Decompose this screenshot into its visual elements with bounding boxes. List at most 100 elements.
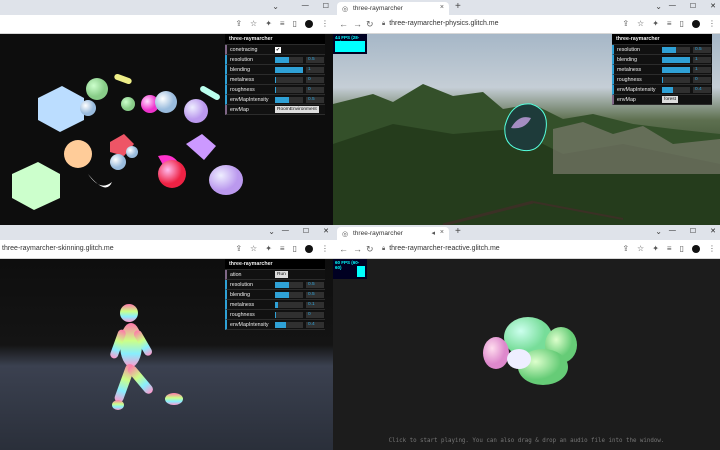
gui-slider[interactable] bbox=[662, 66, 690, 73]
kebab-menu-icon[interactable]: ⋮ bbox=[708, 19, 716, 28]
gui-row-roughness[interactable]: roughness 0 bbox=[225, 310, 325, 320]
stats-panel[interactable]: 44 FPS (28-61) bbox=[333, 34, 367, 54]
media-icon[interactable]: ≡ bbox=[667, 244, 672, 253]
canvas-reactive-scene[interactable]: 60 FPS (60-60) Click to start playing. Y… bbox=[333, 259, 720, 450]
gui-slider[interactable] bbox=[662, 46, 690, 53]
gui-row-envmapintensity[interactable]: envMapIntensity 0.5 bbox=[225, 95, 325, 105]
media-icon[interactable]: ≡ bbox=[667, 19, 672, 28]
gui-row-conetracing[interactable]: conetracing ✔ bbox=[225, 45, 325, 55]
minimize-icon[interactable]: — bbox=[669, 227, 676, 235]
star-icon[interactable]: ☆ bbox=[637, 19, 644, 28]
maximize-icon[interactable]: ☐ bbox=[303, 227, 309, 235]
arrow-left-icon[interactable]: ← bbox=[339, 19, 348, 29]
chevron-down-icon[interactable]: ⌄ bbox=[272, 2, 279, 11]
media-icon[interactable]: ≡ bbox=[280, 19, 285, 28]
gui-slider[interactable] bbox=[662, 86, 690, 93]
gui-title[interactable]: three-raymarcher bbox=[225, 259, 325, 270]
gui-number-input[interactable]: 0.5 bbox=[693, 46, 711, 53]
gui-slider[interactable] bbox=[275, 301, 303, 308]
gui-slider[interactable] bbox=[275, 291, 303, 298]
gui-slider[interactable] bbox=[275, 56, 303, 63]
maximize-icon[interactable]: ☐ bbox=[690, 227, 696, 235]
gui-slider[interactable] bbox=[662, 56, 690, 63]
gui-number-input[interactable]: 1 bbox=[306, 66, 324, 73]
puzzle-icon[interactable]: ✦ bbox=[265, 244, 272, 253]
chevron-down-icon[interactable]: ⌄ bbox=[655, 2, 662, 11]
kebab-menu-icon[interactable]: ⋮ bbox=[321, 19, 329, 28]
gui-row-envmap[interactable]: envMap RoomEnvironment bbox=[225, 105, 325, 115]
avatar[interactable] bbox=[305, 244, 313, 253]
sidepanel-icon[interactable]: ▯ bbox=[293, 244, 297, 253]
close-window-icon[interactable]: ✕ bbox=[323, 227, 329, 235]
reload-icon[interactable]: ↻ bbox=[366, 244, 374, 255]
puzzle-icon[interactable]: ✦ bbox=[652, 19, 659, 28]
gui-number-input[interactable]: 0 bbox=[306, 76, 324, 83]
gui-slider[interactable] bbox=[275, 76, 303, 83]
share-icon[interactable]: ⇪ bbox=[622, 244, 629, 253]
avatar[interactable] bbox=[692, 19, 700, 28]
close-window-icon[interactable]: ✕ bbox=[710, 2, 716, 10]
maximize-icon[interactable]: ☐ bbox=[690, 2, 696, 10]
gui-number-input[interactable]: 0.4 bbox=[306, 321, 324, 328]
share-icon[interactable]: ⇪ bbox=[235, 244, 242, 253]
gui-row-resolution[interactable]: resolution 0.5 bbox=[225, 280, 325, 290]
close-icon[interactable]: × bbox=[440, 229, 444, 236]
sidepanel-icon[interactable]: ▯ bbox=[293, 19, 297, 28]
gui-slider[interactable] bbox=[275, 96, 303, 103]
gui-number-input[interactable]: 0.4 bbox=[693, 86, 711, 93]
share-icon[interactable]: ⇪ bbox=[622, 19, 629, 28]
gui-slider[interactable] bbox=[662, 76, 690, 83]
tab-three-raymarcher[interactable]: ◎ three-raymarcher ◂ × bbox=[337, 227, 449, 240]
gui-row-envmap[interactable]: envMap forest bbox=[612, 95, 712, 105]
gui-row-blending[interactable]: blending 1 bbox=[225, 65, 325, 75]
kebab-menu-icon[interactable]: ⋮ bbox=[321, 244, 329, 253]
canvas-forest-scene[interactable]: 44 FPS (28-61) three-raymarcher resoluti… bbox=[333, 34, 720, 225]
tab-three-raymarcher[interactable]: ◎ three-raymarcher × bbox=[337, 2, 449, 15]
new-tab-icon[interactable]: + bbox=[455, 226, 461, 237]
media-icon[interactable]: ≡ bbox=[280, 244, 285, 253]
gui-slider[interactable] bbox=[275, 321, 303, 328]
close-icon[interactable]: × bbox=[440, 4, 444, 11]
sidepanel-icon[interactable]: ▯ bbox=[680, 244, 684, 253]
gui-title[interactable]: three-raymarcher bbox=[612, 34, 712, 45]
arrow-left-icon[interactable]: ← bbox=[339, 244, 348, 254]
gui-number-input[interactable]: 0.1 bbox=[306, 301, 324, 308]
gui-slider[interactable] bbox=[275, 311, 303, 318]
puzzle-icon[interactable]: ✦ bbox=[265, 19, 272, 28]
avatar[interactable] bbox=[305, 19, 313, 28]
share-icon[interactable]: ⇪ bbox=[235, 19, 242, 28]
canvas-skinning-scene[interactable]: three-raymarcher ation Run resolution 0.… bbox=[0, 259, 333, 450]
star-icon[interactable]: ☆ bbox=[250, 244, 257, 253]
gui-number-input[interactable]: 0.5 bbox=[306, 291, 324, 298]
minimize-icon[interactable]: — bbox=[302, 2, 309, 10]
new-tab-icon[interactable]: + bbox=[455, 1, 461, 12]
gui-row-resolution[interactable]: resolution 0.5 bbox=[225, 55, 325, 65]
gui-number-input[interactable]: 0.5 bbox=[306, 281, 324, 288]
puzzle-icon[interactable]: ✦ bbox=[652, 244, 659, 253]
minimize-icon[interactable]: — bbox=[282, 227, 289, 235]
gui-number-input[interactable]: 0 bbox=[693, 76, 711, 83]
chevron-down-icon[interactable]: ⌄ bbox=[268, 227, 275, 236]
gui-number-input[interactable]: 1 bbox=[693, 66, 711, 73]
gui-row-metalness[interactable]: metalness 0 bbox=[225, 75, 325, 85]
gui-select[interactable]: forest bbox=[662, 96, 678, 103]
gui-number-input[interactable]: 0 bbox=[306, 86, 324, 93]
minimize-icon[interactable]: — bbox=[669, 2, 676, 10]
gui-slider[interactable] bbox=[275, 66, 303, 73]
gui-row-blending[interactable]: blending 1 bbox=[612, 55, 712, 65]
gui-select[interactable]: RoomEnvironment bbox=[275, 106, 319, 113]
close-window-icon[interactable]: ✕ bbox=[710, 227, 716, 235]
maximize-icon[interactable]: ☐ bbox=[323, 2, 329, 10]
gui-number-input[interactable]: 0.5 bbox=[306, 96, 324, 103]
gui-select[interactable]: Run bbox=[275, 271, 288, 278]
kebab-menu-icon[interactable]: ⋮ bbox=[708, 244, 716, 253]
sidepanel-icon[interactable]: ▯ bbox=[680, 19, 684, 28]
reload-icon[interactable]: ↻ bbox=[366, 19, 374, 30]
gui-row-metalness[interactable]: metalness 1 bbox=[612, 65, 712, 75]
gui-number-input[interactable]: 0 bbox=[306, 311, 324, 318]
avatar[interactable] bbox=[692, 244, 700, 253]
gui-slider[interactable] bbox=[275, 281, 303, 288]
address-bar[interactable]: three-raymarcher-skinning.glitch.me bbox=[2, 245, 114, 252]
speaker-icon[interactable]: ◂ bbox=[431, 229, 435, 237]
gui-number-input[interactable]: 1 bbox=[693, 56, 711, 63]
